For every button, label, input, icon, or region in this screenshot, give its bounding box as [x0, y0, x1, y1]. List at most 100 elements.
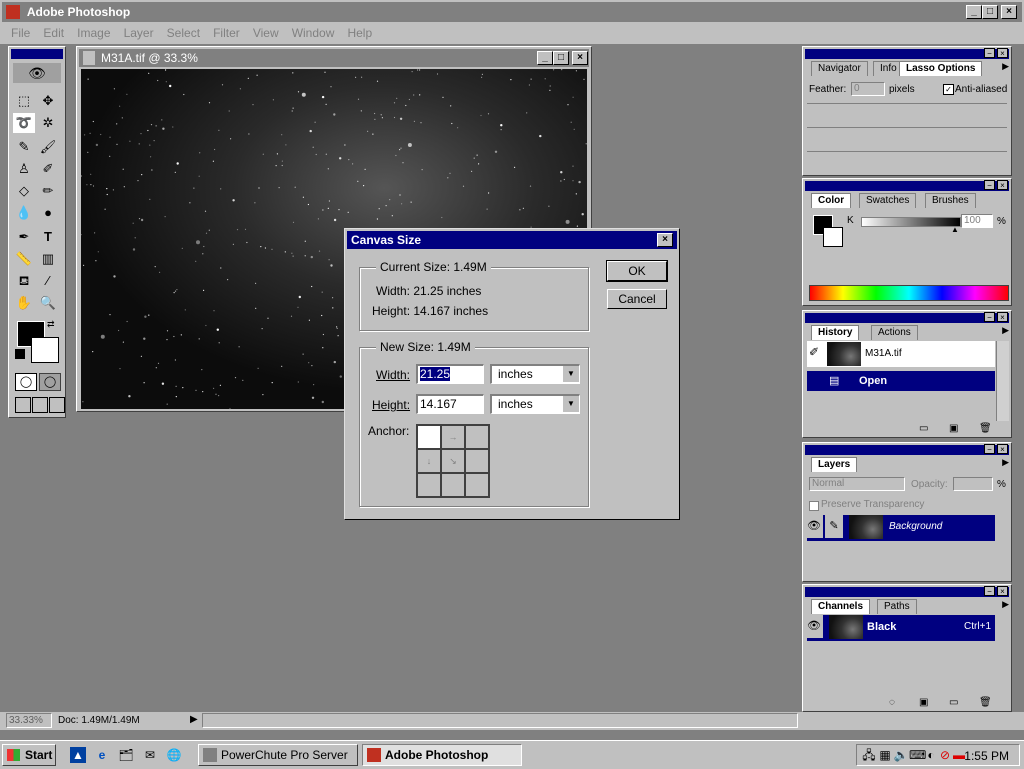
anchor-cell-middle-right[interactable] — [465, 449, 489, 473]
quicklaunch-desktop-icon[interactable]: ▲ — [70, 747, 86, 763]
default-colors-icon[interactable] — [15, 349, 25, 359]
eye-icon[interactable]: 👁 — [13, 63, 61, 83]
chevron-down-icon[interactable]: ▼ — [562, 366, 579, 382]
palette-close-button[interactable]: × — [997, 180, 1008, 190]
ok-button[interactable]: OK — [606, 260, 668, 282]
taskbar-item-photoshop[interactable]: Adobe Photoshop — [362, 744, 522, 766]
menu-edit[interactable]: Edit — [38, 22, 69, 44]
minimize-button[interactable]: _ — [966, 5, 982, 19]
palette-menu-arrow-icon[interactable]: ▶ — [1002, 457, 1009, 468]
document-title-bar[interactable]: M31A.tif @ 33.3% — [79, 49, 589, 67]
palette-menu-arrow-icon[interactable]: ▶ — [1002, 599, 1009, 610]
type-tool-icon[interactable]: T — [37, 227, 59, 247]
menu-view[interactable]: View — [248, 22, 284, 44]
trash-icon[interactable]: 🗑 — [979, 423, 992, 434]
preserve-transparency-checkbox[interactable] — [809, 501, 819, 511]
load-selection-icon[interactable]: ◌ — [889, 697, 895, 708]
history-scrollbar[interactable] — [996, 341, 1009, 421]
palette-close-button[interactable]: × — [997, 444, 1008, 454]
k-slider[interactable] — [861, 217, 961, 227]
swap-colors-icon[interactable]: ⇄ — [47, 319, 55, 330]
k-value-input[interactable]: 100 — [961, 214, 993, 228]
height-unit-select[interactable]: inches ▼ — [490, 394, 580, 414]
measure-tool-icon[interactable]: 📏 — [13, 249, 35, 269]
anchor-cell-center[interactable]: ↘ — [441, 449, 465, 473]
menu-select[interactable]: Select — [162, 22, 205, 44]
gradient-tool-icon[interactable]: ▥ — [37, 249, 59, 269]
zoom-field[interactable]: 33.33% — [6, 713, 52, 728]
paint-bucket-tool-icon[interactable]: ⛾ — [13, 271, 35, 291]
start-button[interactable]: Start — [2, 744, 56, 766]
tray-volume-icon[interactable]: 🔈 — [893, 747, 909, 763]
dialog-close-button[interactable]: × — [657, 233, 673, 247]
close-button[interactable]: × — [1001, 5, 1017, 19]
layer-row[interactable]: 👁 ✎ Background — [805, 514, 995, 541]
quicklaunch-channels-icon[interactable]: 🌐 — [166, 747, 182, 763]
new-channel-icon[interactable]: ▭ — [949, 697, 958, 708]
slider-triangle-icon[interactable]: ▲ — [951, 225, 959, 234]
standard-mode-icon[interactable]: ◯ — [15, 373, 37, 391]
menu-filter[interactable]: Filter — [208, 22, 245, 44]
palette-close-button[interactable]: × — [997, 48, 1008, 58]
visibility-eye-icon[interactable]: 👁 — [805, 614, 823, 638]
palette-minimize-button[interactable]: − — [984, 312, 995, 322]
anchor-cell-top-left[interactable] — [417, 425, 441, 449]
palette-minimize-button[interactable]: − — [984, 586, 995, 596]
color-spectrum-bar[interactable] — [809, 285, 1009, 301]
tab-brushes[interactable]: Brushes — [925, 193, 976, 208]
magic-wand-tool-icon[interactable]: ✲ — [37, 113, 59, 133]
palette-title-bar[interactable]: − × — [805, 444, 1009, 455]
paintbrush-tool-icon[interactable]: 🖌 — [37, 137, 59, 157]
app-title-bar[interactable]: Adobe Photoshop _ □ × — [0, 0, 1024, 22]
palette-minimize-button[interactable]: − — [984, 48, 995, 58]
cancel-button[interactable]: Cancel — [607, 289, 667, 309]
trash-icon[interactable]: 🗑 — [979, 697, 992, 708]
background-color-swatch[interactable] — [823, 227, 843, 247]
maximize-button[interactable]: □ — [982, 5, 998, 19]
width-input[interactable]: 21.25 — [416, 364, 484, 384]
airbrush-tool-icon[interactable]: ✎ — [13, 137, 35, 157]
hand-tool-icon[interactable]: ✋ — [13, 293, 35, 313]
status-menu-arrow-icon[interactable]: ▶ — [190, 714, 198, 725]
screen-mode-full-menu-icon[interactable] — [32, 397, 48, 413]
tab-history[interactable]: History — [811, 325, 860, 340]
tray-network-icon[interactable]: 🖧 — [861, 747, 877, 763]
toolbox-title-bar[interactable] — [11, 49, 63, 59]
taskbar-item-powerchute[interactable]: PowerChute Pro Server — [198, 744, 358, 766]
anchor-cell-bottom-right[interactable] — [465, 473, 489, 497]
antialiased-checkbox[interactable]: ✓ — [943, 84, 954, 95]
menu-layer[interactable]: Layer — [119, 22, 159, 44]
quicklaunch-outlook-icon[interactable]: ✉ — [142, 747, 158, 763]
anchor-cell-top-right[interactable] — [465, 425, 489, 449]
history-brush-tool-icon[interactable]: ✐ — [37, 159, 59, 179]
palette-title-bar[interactable]: − × — [805, 180, 1009, 191]
zoom-tool-icon[interactable]: 🔍 — [37, 293, 59, 313]
new-snapshot-icon[interactable]: ▣ — [949, 423, 958, 434]
menu-help[interactable]: Help — [342, 22, 377, 44]
palette-minimize-button[interactable]: − — [984, 180, 995, 190]
width-unit-select[interactable]: inches ▼ — [490, 364, 580, 384]
eraser-tool-icon[interactable]: ◇ — [13, 181, 35, 201]
pencil-tool-icon[interactable]: ✏ — [37, 181, 59, 201]
screen-mode-standard-icon[interactable] — [15, 397, 31, 413]
anchor-cell-middle-left[interactable]: ↓ — [417, 449, 441, 473]
tab-layers[interactable]: Layers — [811, 457, 858, 472]
tab-swatches[interactable]: Swatches — [859, 193, 917, 208]
palette-close-button[interactable]: × — [997, 586, 1008, 596]
blend-mode-select[interactable]: Normal — [809, 477, 905, 491]
menu-image[interactable]: Image — [72, 22, 115, 44]
pen-tool-icon[interactable]: ✒ — [13, 227, 35, 247]
document-maximize-button[interactable]: □ — [553, 51, 569, 65]
feather-input[interactable]: 0 — [851, 82, 885, 96]
stamp-tool-icon[interactable]: ♙ — [13, 159, 35, 179]
palette-title-bar[interactable]: − × — [805, 48, 1009, 59]
tab-color[interactable]: Color — [811, 193, 852, 208]
document-close-button[interactable]: × — [572, 51, 588, 65]
marquee-tool-icon[interactable]: ⬚ — [13, 91, 35, 111]
anchor-cell-bottom-left[interactable] — [417, 473, 441, 497]
screen-mode-full-icon[interactable] — [49, 397, 65, 413]
palette-menu-arrow-icon[interactable]: ▶ — [1002, 61, 1009, 72]
palette-minimize-button[interactable]: − — [984, 444, 995, 454]
menu-file[interactable]: File — [6, 22, 35, 44]
new-document-icon[interactable]: ▭ — [919, 423, 928, 434]
